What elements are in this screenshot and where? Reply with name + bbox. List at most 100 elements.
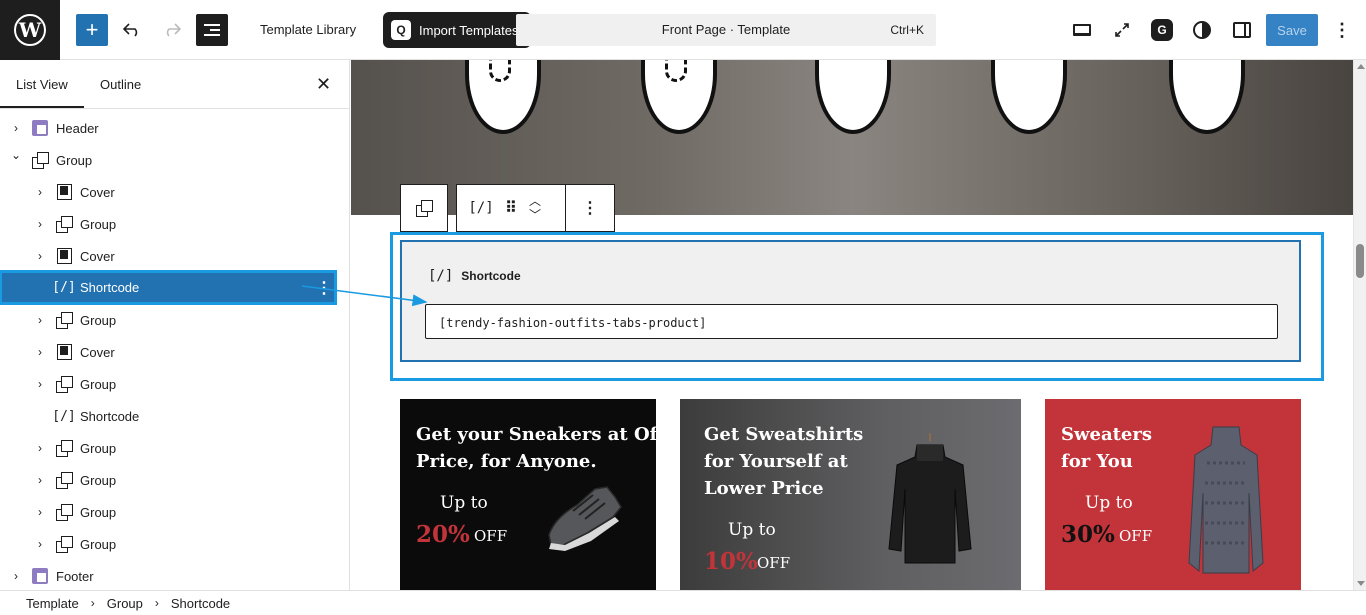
tab-list-view[interactable]: List View: [16, 77, 68, 92]
wordpress-logo-button[interactable]: W: [0, 0, 60, 60]
list-item-cover[interactable]: › Cover: [0, 176, 350, 208]
chevron-right-icon[interactable]: ›: [10, 569, 22, 583]
breadcrumb-template[interactable]: Template: [26, 596, 79, 611]
list-item-label: Group: [80, 312, 117, 328]
list-item-group[interactable]: › Group: [0, 464, 350, 496]
canvas-scrollbar[interactable]: [1353, 60, 1366, 590]
group-icon: [55, 215, 73, 233]
active-tab-indicator: [0, 106, 84, 108]
view-fullscreen-button[interactable]: [1106, 14, 1138, 46]
list-item-group[interactable]: › Group: [0, 304, 350, 336]
promo-card-sweaters[interactable]: Sweaters for You Up to 30% OFF: [1045, 399, 1301, 590]
command-palette-button[interactable]: Front Page · Template Ctrl+K: [516, 14, 936, 46]
editor-canvas[interactable]: [/] ⠿ ︿ ﹀ ⋮ [/] Shortcode [trendy-fashion…: [351, 60, 1353, 590]
list-item-label: Group: [80, 536, 117, 552]
chevron-right-icon[interactable]: ›: [10, 121, 22, 135]
list-item-cover[interactable]: › Cover: [0, 336, 350, 368]
promo-percent: 20%: [416, 521, 470, 548]
chevron-right-icon[interactable]: ›: [34, 473, 46, 487]
template-library-link[interactable]: Template Library: [260, 22, 356, 37]
document-overview-button[interactable]: [196, 14, 228, 46]
list-item-label: Group: [56, 152, 93, 168]
list-item-group[interactable]: › Group: [0, 432, 350, 464]
list-item-shortcode[interactable]: [/] Shortcode: [0, 400, 350, 432]
shortcode-block-title: Shortcode: [461, 269, 521, 283]
list-item-group[interactable]: › Group: [0, 496, 350, 528]
import-logo-icon: Q: [391, 20, 411, 40]
more-vertical-icon[interactable]: ⋮: [316, 278, 332, 298]
chevron-down-icon[interactable]: ⌄: [10, 148, 22, 162]
chevron-right-icon[interactable]: ›: [34, 537, 46, 551]
list-item-label: Shortcode: [80, 280, 140, 295]
list-item-shortcode[interactable]: [/] Shortcode ⋮: [0, 270, 337, 305]
group-icon: [55, 311, 73, 329]
settings-sidebar-button[interactable]: [1226, 14, 1258, 46]
promo-percent: 10%: [704, 548, 758, 575]
group-icon: [416, 200, 433, 217]
list-item-group[interactable]: › Group: [0, 528, 350, 560]
sidebar-icon: [1233, 22, 1251, 38]
plus-icon: +: [85, 17, 99, 42]
tab-outline[interactable]: Outline: [100, 77, 141, 92]
select-parent-button[interactable]: [400, 184, 448, 232]
list-item-footer[interactable]: › Footer: [0, 560, 350, 592]
chevron-right-icon[interactable]: ›: [34, 249, 46, 263]
breadcrumb-shortcode[interactable]: Shortcode: [171, 596, 230, 611]
group-icon: [55, 471, 73, 489]
close-panel-button[interactable]: ✕: [316, 74, 331, 95]
list-item-group[interactable]: › Group: [0, 368, 350, 400]
options-menu-button[interactable]: ⋮: [1326, 14, 1358, 46]
list-item-group[interactable]: ⌄ Group: [0, 144, 350, 176]
plugin-g-button[interactable]: G: [1146, 14, 1178, 46]
list-item-group[interactable]: › Group: [0, 208, 350, 240]
shortcode-block[interactable]: [/] Shortcode [trendy-fashion-outfits-ta…: [400, 240, 1301, 362]
add-block-button[interactable]: +: [76, 14, 108, 46]
shortcode-textarea[interactable]: [trendy-fashion-outfits-tabs-product]: [425, 304, 1278, 339]
more-vertical-icon: ⋮: [1333, 19, 1351, 40]
g-logo-icon: G: [1151, 19, 1173, 41]
undo-button[interactable]: [116, 14, 148, 46]
save-button[interactable]: Save: [1266, 14, 1318, 46]
hero-decoration: [641, 60, 717, 134]
breadcrumb-group[interactable]: Group: [107, 596, 143, 611]
group-icon: [55, 375, 73, 393]
hero-decoration: [465, 60, 541, 134]
sweater-image: [1188, 426, 1264, 574]
undo-icon: [123, 23, 138, 37]
list-item-header[interactable]: › Header: [0, 112, 350, 144]
scroll-up-arrow-icon[interactable]: [1357, 64, 1365, 69]
scroll-down-arrow-icon[interactable]: [1357, 581, 1365, 586]
import-templates-button[interactable]: Q Import Templates: [383, 12, 531, 48]
document-title: Front Page · Template: [661, 22, 791, 37]
promo-card-sneakers[interactable]: Get your Sneakers at Offer Price, for An…: [400, 399, 656, 590]
list-item-cover[interactable]: › Cover: [0, 240, 350, 272]
chevron-right-icon[interactable]: ›: [34, 441, 46, 455]
styles-button[interactable]: [1186, 14, 1218, 46]
chevron-right-icon[interactable]: ›: [34, 377, 46, 391]
promo-card-sweatshirts[interactable]: Get Sweatshirts for Yourself at Lower Pr…: [680, 399, 1021, 590]
list-item-label: Cover: [80, 248, 115, 264]
device-preview-button[interactable]: [1066, 14, 1098, 46]
promo-percent: 30%: [1061, 521, 1115, 548]
chevron-right-icon: ›: [154, 596, 159, 610]
chevron-right-icon[interactable]: ›: [34, 185, 46, 199]
promo-off: OFF: [474, 527, 508, 545]
chevron-right-icon: ›: [90, 596, 95, 610]
drag-handle-icon[interactable]: ⠿: [505, 198, 517, 218]
chevron-right-icon[interactable]: ›: [34, 313, 46, 327]
list-item-label: Group: [80, 376, 117, 392]
chevron-right-icon[interactable]: ›: [34, 505, 46, 519]
block-options-button[interactable]: ⋮: [565, 184, 615, 232]
promo-off: OFF: [757, 554, 791, 572]
scroll-thumb[interactable]: [1356, 244, 1364, 278]
promo-upto: Up to: [728, 520, 776, 540]
hero-decoration: [815, 60, 891, 134]
chevron-right-icon[interactable]: ›: [34, 345, 46, 359]
shortcode-block-type-button[interactable]: [/]: [457, 200, 505, 216]
redo-button[interactable]: [156, 14, 188, 46]
move-up-down-buttons[interactable]: ︿ ﹀: [515, 194, 555, 222]
chevron-right-icon[interactable]: ›: [34, 217, 46, 231]
hero-decoration: [1169, 60, 1245, 134]
close-icon: ✕: [316, 74, 332, 94]
list-view-icon: [204, 21, 220, 39]
